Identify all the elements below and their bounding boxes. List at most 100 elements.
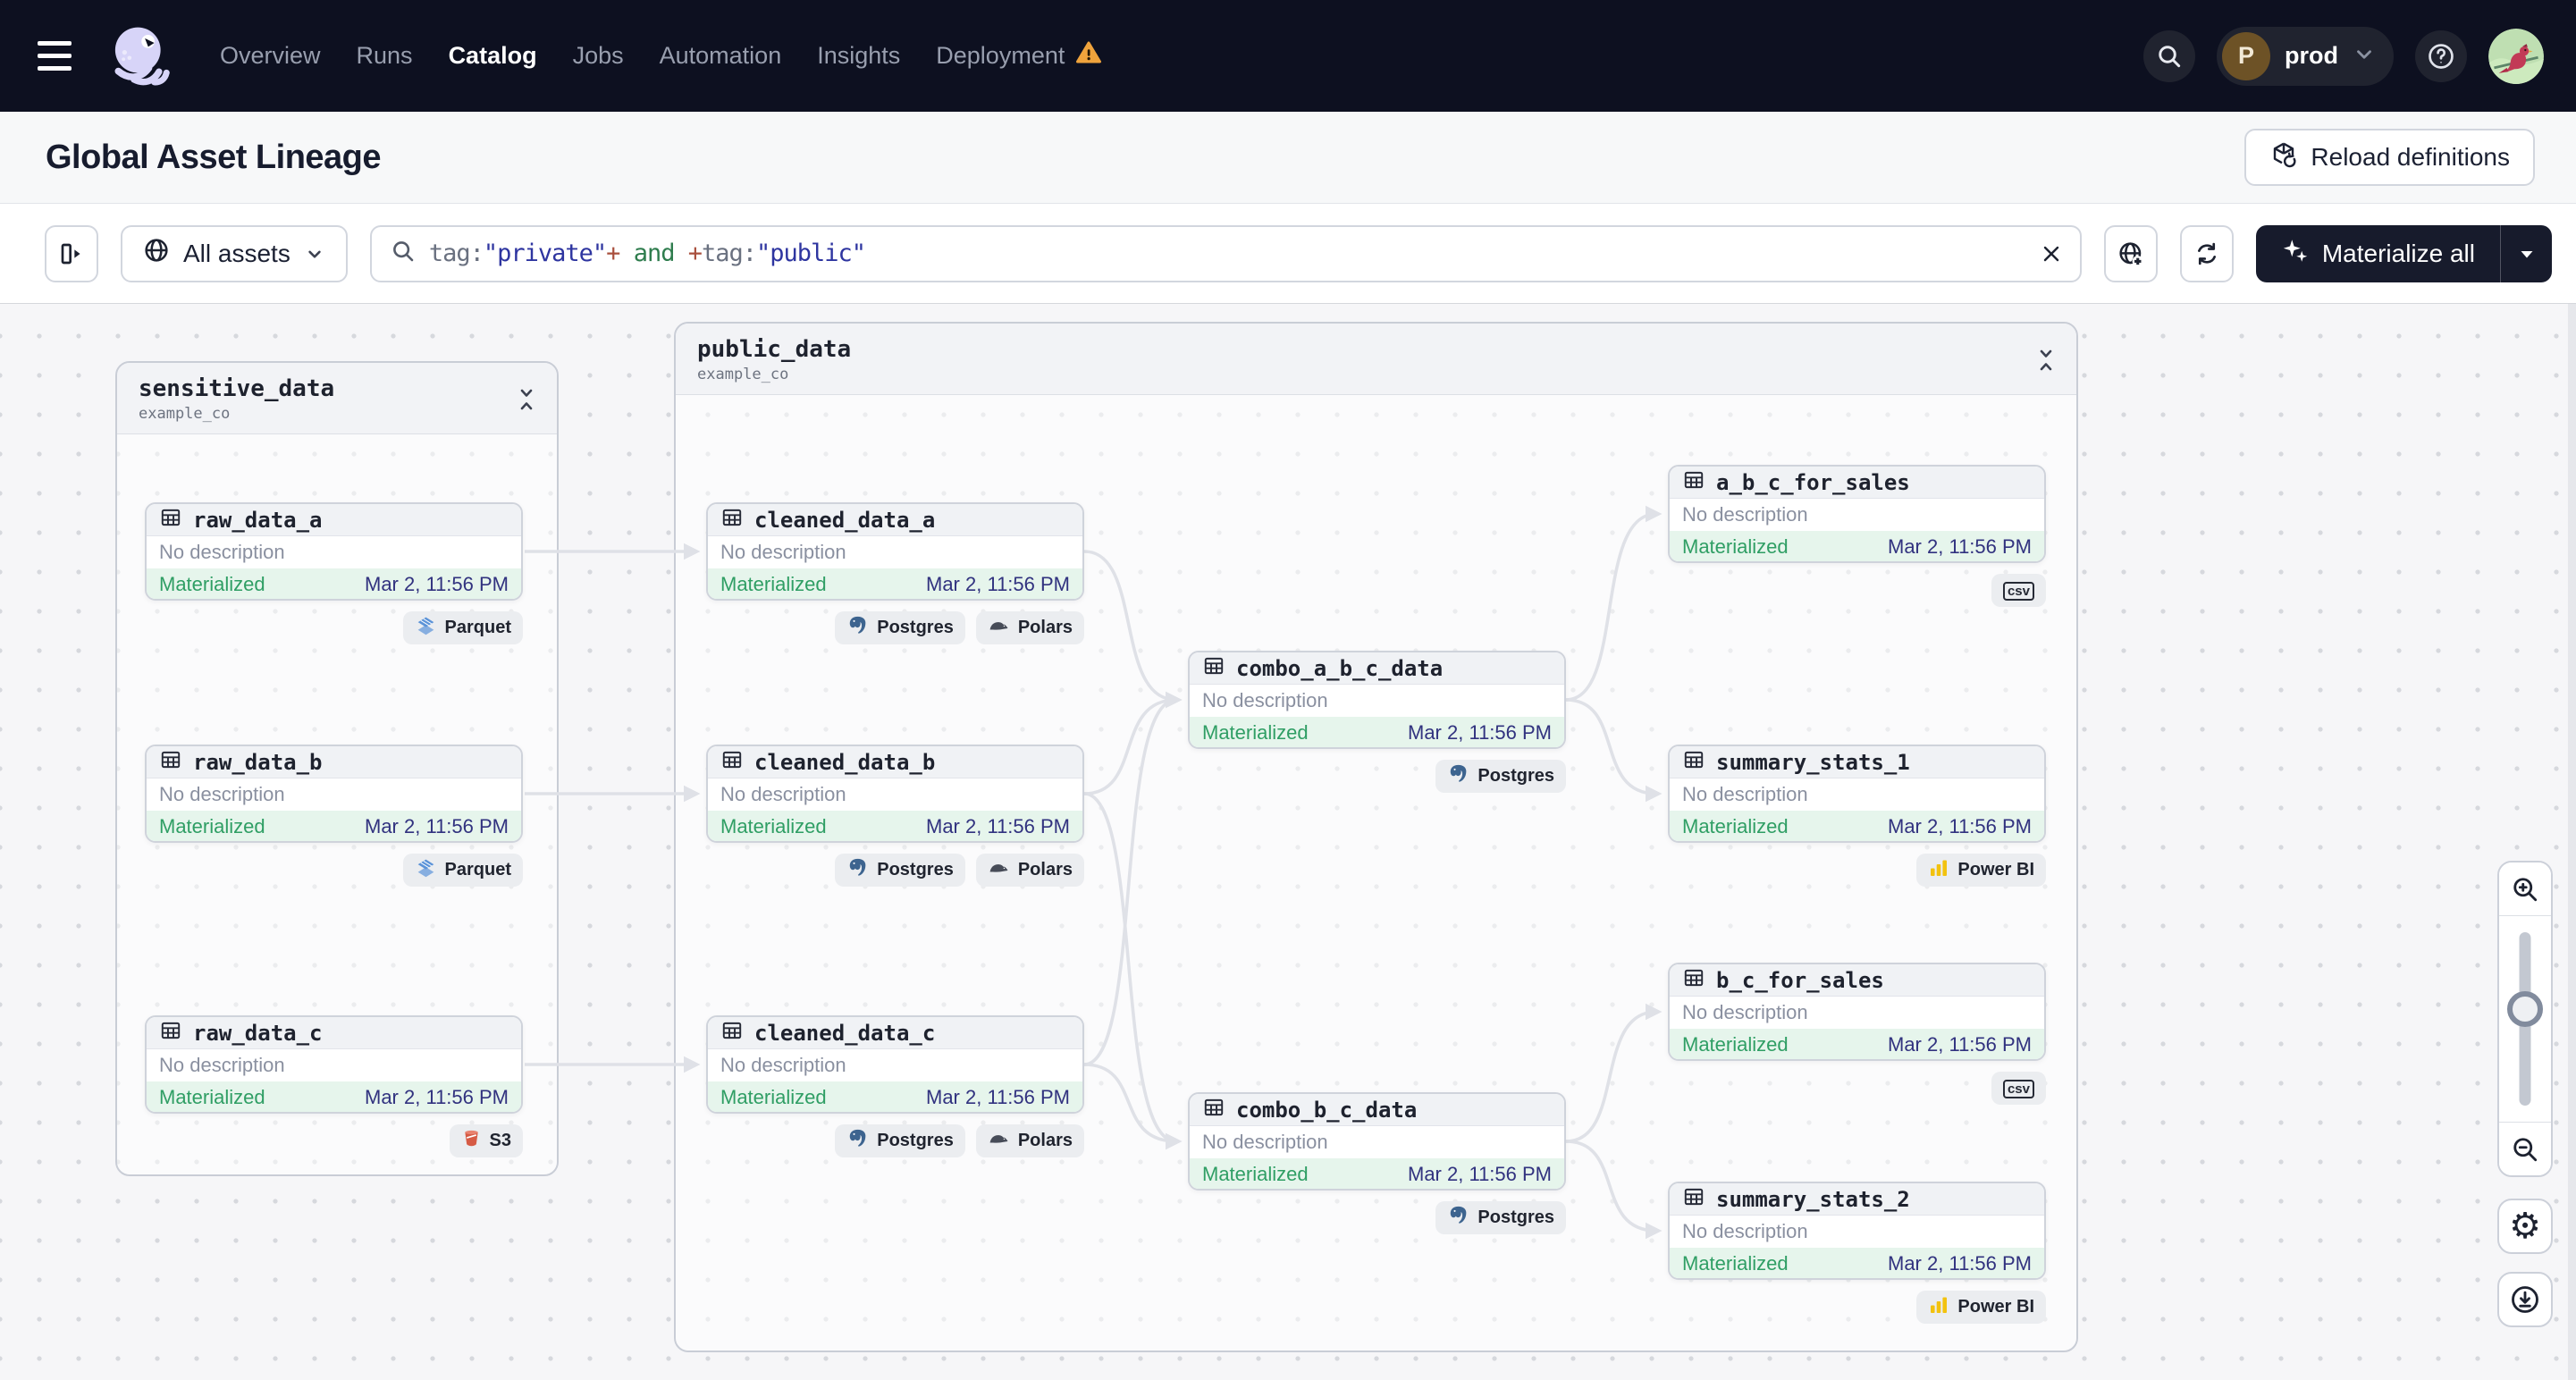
materialization-timestamp[interactable]: Mar 2, 11:56 PM	[926, 815, 1070, 838]
zoom-out-icon[interactable]	[2499, 1122, 2551, 1175]
gear-icon[interactable]: ⚙	[2497, 1199, 2553, 1254]
asset-node-summary_stats_1[interactable]: summary_stats_1 No description Materialize…	[1668, 745, 2046, 843]
deployment-avatar: P	[2222, 31, 2270, 80]
materialization-timestamp[interactable]: Mar 2, 11:56 PM	[1888, 815, 2032, 838]
nav-item-automation[interactable]: Automation	[660, 42, 782, 70]
download-icon[interactable]	[2497, 1272, 2553, 1327]
materialization-timestamp[interactable]: Mar 2, 11:56 PM	[365, 573, 509, 596]
asset-node-raw_data_a[interactable]: raw_data_a No description Materialized Mar …	[145, 502, 523, 601]
page-title: Global Asset Lineage	[46, 138, 382, 176]
reload-definitions-button[interactable]: Reload definitions	[2244, 129, 2535, 186]
asset-tag-row: csv	[1668, 1072, 2046, 1105]
clear-search-icon[interactable]	[2039, 241, 2064, 266]
nav-item-jobs[interactable]: Jobs	[573, 42, 624, 70]
asset-tag-row: Parquet	[145, 854, 523, 887]
materialization-timestamp[interactable]: Mar 2, 11:56 PM	[1888, 1252, 2032, 1275]
user-avatar[interactable]	[2488, 28, 2544, 84]
globe-icon	[142, 236, 171, 271]
asset-node-header: cleaned_data_b	[708, 746, 1082, 778]
asset-node-combo_b_c_data[interactable]: combo_b_c_data No description Materialized…	[1188, 1092, 1566, 1191]
hamburger-icon[interactable]	[38, 30, 89, 82]
tag-polars[interactable]: Polars	[975, 611, 1084, 644]
zoom-in-icon[interactable]	[2499, 862, 2551, 916]
materialization-timestamp[interactable]: Mar 2, 11:56 PM	[365, 815, 509, 838]
search-icon[interactable]	[2143, 29, 2195, 82]
materialization-timestamp[interactable]: Mar 2, 11:56 PM	[926, 1086, 1070, 1109]
tag-parquet[interactable]: Parquet	[402, 854, 523, 887]
nav-item-insights[interactable]: Insights	[817, 42, 900, 70]
tag-label: Parquet	[444, 618, 511, 637]
tag-postgres[interactable]: Postgres	[835, 611, 965, 644]
tag-csv[interactable]: csv	[1991, 1072, 2046, 1105]
asset-node-a_b_c_for_sales[interactable]: a_b_c_for_sales No description Materialize…	[1668, 465, 2046, 563]
polars-icon	[988, 614, 1010, 642]
materialization-timestamp[interactable]: Mar 2, 11:56 PM	[1888, 535, 2032, 559]
status-badge: Materialized	[1682, 1252, 1789, 1275]
globe-add-icon[interactable]	[2103, 224, 2158, 282]
status-badge: Materialized	[1202, 721, 1309, 744]
tag-postgres[interactable]: Postgres	[1435, 1201, 1566, 1234]
tag-csv[interactable]: csv	[1991, 574, 2046, 607]
nav-item-overview[interactable]: Overview	[220, 42, 321, 70]
materialization-timestamp[interactable]: Mar 2, 11:56 PM	[1888, 1033, 2032, 1056]
table-icon	[159, 748, 182, 776]
csv-icon: csv	[2002, 1078, 2034, 1098]
asset-node-header: cleaned_data_c	[708, 1017, 1082, 1049]
asset-node-header: summary_stats_1	[1670, 746, 2044, 778]
asset-scope-label: All assets	[183, 239, 290, 267]
sparkles-icon	[2281, 236, 2310, 271]
asset-node-cleaned_data_a[interactable]: cleaned_data_a No description Materialized…	[706, 502, 1084, 601]
table-icon	[1682, 1185, 1705, 1213]
zoom-slider[interactable]	[2499, 916, 2551, 1122]
panel-toggle-icon[interactable]	[45, 224, 98, 282]
tag-polars[interactable]: Polars	[975, 854, 1084, 887]
tag-label: Postgres	[877, 860, 954, 879]
asset-tag-row: S3	[145, 1124, 523, 1157]
materialization-timestamp[interactable]: Mar 2, 11:56 PM	[1408, 1163, 1552, 1186]
search-query[interactable]: tag:"private"+ and +tag:"public"	[429, 240, 2026, 267]
asset-node-b_c_for_sales[interactable]: b_c_for_sales No description Materialized M…	[1668, 963, 2046, 1061]
tag-postgres[interactable]: Postgres	[1435, 760, 1566, 793]
asset-node-raw_data_b[interactable]: raw_data_b No description Materialized Mar …	[145, 745, 523, 843]
materialize-options-caret[interactable]	[2500, 224, 2552, 282]
dagster-logo[interactable]	[102, 10, 177, 103]
asset-search-input[interactable]: tag:"private"+ and +tag:"public"	[369, 224, 2082, 282]
asset-node-summary_stats_2[interactable]: summary_stats_2 No description Materialize…	[1668, 1182, 2046, 1280]
nav-item-deployment[interactable]: Deployment	[936, 39, 1102, 72]
tag-postgres[interactable]: Postgres	[835, 1124, 965, 1157]
nav-item-catalog[interactable]: Catalog	[449, 42, 537, 70]
refresh-icon[interactable]	[2179, 224, 2234, 282]
asset-name: summary_stats_1	[1716, 749, 1910, 775]
lineage-canvas[interactable]: sensitive_data example_co public_data examp…	[0, 304, 2576, 1380]
tag-polars[interactable]: Polars	[975, 1124, 1084, 1157]
table-icon	[720, 1019, 744, 1047]
table-icon	[159, 1019, 182, 1047]
asset-node-cleaned_data_b[interactable]: cleaned_data_b No description Materialized…	[706, 745, 1084, 843]
materialization-timestamp[interactable]: Mar 2, 11:56 PM	[365, 1086, 509, 1109]
tag-label: Power BI	[1957, 860, 2034, 879]
asset-description: No description	[159, 1054, 285, 1076]
materialize-all-split-button: Materialize all	[2255, 224, 2552, 282]
zoom-slider-thumb[interactable]	[2507, 990, 2543, 1027]
asset-node-cleaned_data_c[interactable]: cleaned_data_c No description Materialized…	[706, 1015, 1084, 1114]
deployment-switcher[interactable]: P prod	[2217, 26, 2394, 86]
asset-scope-dropdown[interactable]: All assets	[121, 224, 348, 282]
tag-powerbi[interactable]: Power BI	[1916, 854, 2046, 887]
help-icon[interactable]	[2415, 29, 2467, 82]
nav-item-runs[interactable]: Runs	[357, 42, 413, 70]
materialize-all-button[interactable]: Materialize all	[2256, 225, 2500, 282]
caret-down-icon	[2521, 250, 2532, 257]
asset-node-raw_data_c[interactable]: raw_data_c No description Materialized Mar …	[145, 1015, 523, 1114]
canvas-scrollbar[interactable]	[2568, 304, 2576, 1380]
powerbi-icon	[1928, 857, 1949, 884]
chevron-down-icon	[308, 250, 321, 258]
tag-powerbi[interactable]: Power BI	[1916, 1291, 2046, 1324]
materialization-timestamp[interactable]: Mar 2, 11:56 PM	[1408, 721, 1552, 745]
tag-parquet[interactable]: Parquet	[402, 611, 523, 644]
tag-s3[interactable]: S3	[449, 1124, 523, 1157]
asset-description: No description	[159, 783, 285, 805]
materialization-timestamp[interactable]: Mar 2, 11:56 PM	[926, 573, 1070, 596]
asset-description: No description	[1682, 1220, 1808, 1242]
asset-node-combo_a_b_c_data[interactable]: combo_a_b_c_data No description Materializ…	[1188, 651, 1566, 749]
tag-postgres[interactable]: Postgres	[835, 854, 965, 887]
